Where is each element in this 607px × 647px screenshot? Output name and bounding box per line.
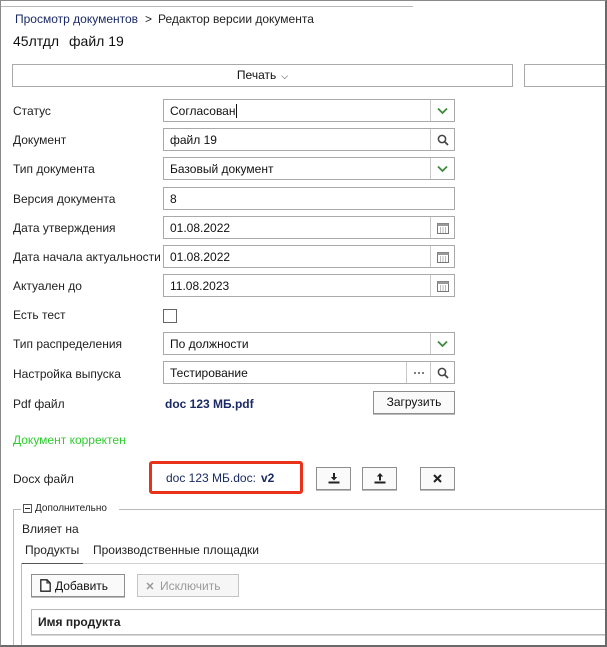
calendar-icon[interactable] — [430, 246, 454, 267]
status-label: Статус — [13, 104, 51, 118]
ellipsis-icon[interactable] — [406, 362, 430, 383]
calendar-icon[interactable] — [430, 275, 454, 296]
release-setting-value: Тестирование — [170, 366, 248, 380]
download-docx-button[interactable] — [316, 467, 351, 490]
exclude-product-label: Исключить — [160, 578, 221, 593]
document-lookup[interactable]: файл 19 — [163, 128, 455, 151]
products-grid-header: Имя продукта — [31, 609, 605, 635]
column-header-product-name[interactable]: Имя продукта — [38, 615, 121, 629]
breadcrumb: Просмотр документов > Редактор версии доку… — [15, 12, 314, 26]
download-icon — [328, 473, 339, 484]
doc-type-select[interactable]: Базовый документ — [163, 157, 455, 180]
validation-message: Документ корректен — [13, 433, 126, 447]
document-icon — [40, 579, 51, 592]
has-test-checkbox[interactable] — [163, 309, 177, 323]
breadcrumb-separator: > — [145, 12, 153, 26]
version-input[interactable]: 8 — [163, 187, 455, 210]
docx-version: v2 — [260, 471, 275, 485]
release-setting-label: Настройка выпуска — [13, 367, 121, 381]
status-select[interactable]: Согласован — [163, 99, 455, 122]
docx-file-name: doc 123 МБ.doc: — [166, 471, 256, 485]
docx-file-link[interactable]: doc 123 МБ.doc: v2 — [166, 471, 274, 485]
close-icon — [433, 474, 442, 483]
docx-file-label: Docx файл — [13, 472, 74, 486]
distribution-type-select[interactable]: По должности — [163, 332, 455, 355]
version-value: 8 — [170, 192, 177, 206]
relevance-start-value: 01.08.2022 — [170, 250, 231, 264]
breadcrumb-parent-link[interactable]: Просмотр документов — [15, 12, 138, 26]
affects-label: Влияет на — [22, 522, 79, 536]
chevron-down-icon[interactable] — [430, 333, 454, 354]
fieldset-border — [13, 509, 14, 645]
print-label: Печать — [236, 68, 277, 82]
pdf-file-link[interactable]: doc 123 МБ.pdf — [165, 397, 254, 411]
document-name: файл 19 — [69, 33, 124, 49]
remove-docx-button[interactable] — [420, 467, 455, 490]
print-menu-button[interactable]: Печать ⌵ — [12, 64, 513, 87]
approval-date-value: 01.08.2022 — [170, 221, 231, 235]
additional-section-title: Дополнительно — [35, 503, 107, 514]
search-icon[interactable] — [430, 362, 454, 383]
relevant-until-input[interactable]: 11.08.2023 — [163, 274, 455, 297]
grid-row-divider — [31, 635, 605, 636]
pdf-file-label: Pdf файл — [13, 397, 65, 411]
search-icon[interactable] — [430, 129, 454, 150]
exclude-product-button[interactable]: Исключить — [137, 574, 239, 597]
fieldset-border — [13, 509, 21, 510]
calendar-icon[interactable] — [430, 217, 454, 238]
version-label: Версия документа — [13, 192, 116, 206]
doc-type-label: Тип документа — [13, 162, 95, 176]
additional-section-toggle[interactable]: Дополнительно — [23, 503, 107, 514]
tabs-divider — [21, 563, 605, 564]
chevron-down-icon[interactable] — [430, 100, 454, 121]
upload-icon — [374, 473, 385, 484]
relevant-until-value: 11.08.2023 — [170, 279, 230, 293]
page-title: 45лтдл файл 19 — [13, 33, 124, 49]
minus-square-icon — [23, 504, 32, 513]
upload-docx-button[interactable] — [362, 467, 397, 490]
distribution-type-label: Тип распределения — [13, 337, 123, 351]
tab-production-sites[interactable]: Производственные площадки — [93, 543, 259, 557]
top-divider — [1, 6, 413, 7]
relevance-start-label: Дата начала актуальности — [13, 250, 161, 264]
active-tab-indicator — [21, 563, 83, 564]
approval-date-input[interactable]: 01.08.2022 — [163, 216, 455, 239]
distribution-type-value: По должности — [170, 337, 249, 351]
secondary-toolbar-button[interactable] — [524, 64, 605, 87]
document-label: Документ — [13, 133, 67, 147]
tab-panel-border — [21, 563, 22, 645]
document-value: файл 19 — [170, 133, 217, 147]
chevron-down-icon: ⌵ — [281, 71, 289, 81]
add-product-label: Добавить — [55, 578, 109, 593]
document-version-editor: Просмотр документов > Редактор версии доку… — [0, 0, 607, 647]
fieldset-border — [119, 509, 605, 510]
close-icon — [146, 581, 154, 590]
status-value: Согласован — [170, 104, 238, 118]
add-product-button[interactable]: Добавить — [31, 574, 125, 597]
has-test-label: Есть тест — [13, 308, 66, 322]
document-code: 45лтдл — [13, 33, 60, 49]
chevron-down-icon[interactable] — [430, 158, 454, 179]
tab-products[interactable]: Продукты — [25, 543, 79, 557]
upload-pdf-button[interactable]: Загрузить — [373, 391, 455, 414]
approval-date-label: Дата утверждения — [13, 221, 116, 235]
doc-type-value: Базовый документ — [170, 162, 274, 176]
relevance-start-input[interactable]: 01.08.2022 — [163, 245, 455, 268]
release-setting-lookup[interactable]: Тестирование — [163, 361, 455, 384]
relevant-until-label: Актуален до — [13, 279, 82, 293]
breadcrumb-current: Редактор версии документа — [158, 12, 314, 26]
